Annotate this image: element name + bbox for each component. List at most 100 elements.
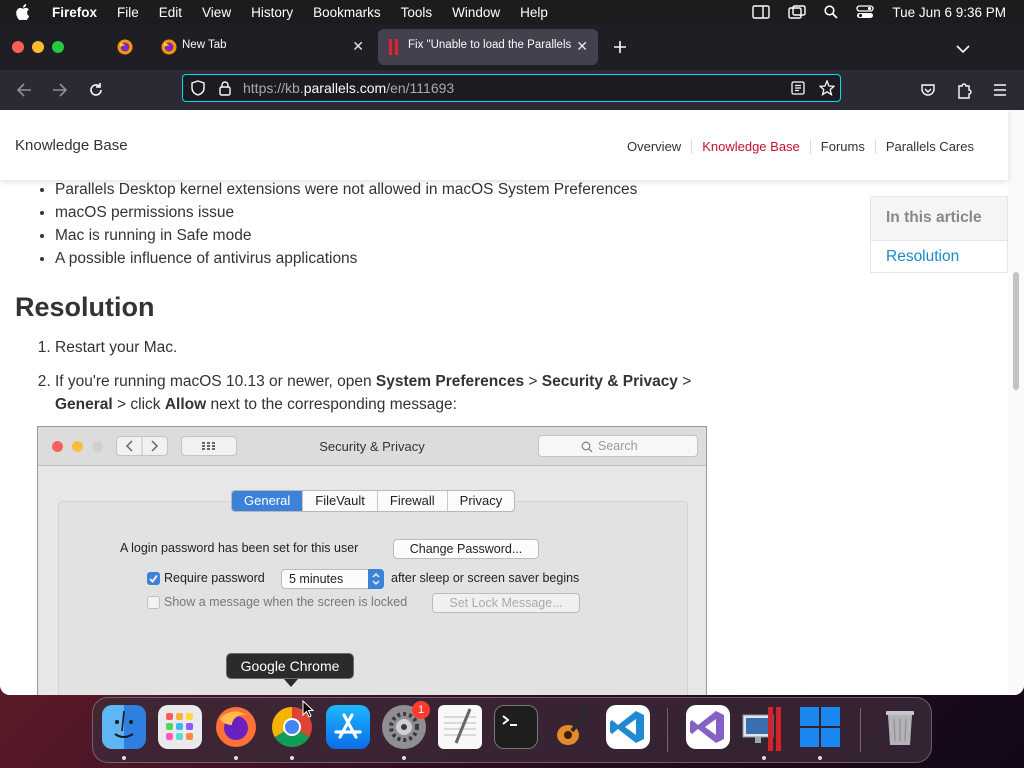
lock-icon[interactable]	[218, 80, 232, 101]
tab-pinned-firefox[interactable]	[104, 29, 148, 65]
security-privacy-screenshot: Security & Privacy Search General FileVa…	[37, 426, 707, 695]
apple-menu-icon[interactable]	[16, 4, 38, 20]
close-tab-icon[interactable]: ✕	[352, 38, 364, 55]
toc-link-resolution[interactable]: Resolution	[871, 241, 1007, 273]
bookmark-star-icon[interactable]	[818, 79, 836, 101]
tooltip-arrow	[284, 679, 298, 687]
browser-window: New Tab ✕ Fix "Unable to load the Parall…	[0, 24, 1024, 695]
web-page: Knowledge Base Overview Knowledge Base F…	[0, 110, 1024, 695]
reader-status-icon[interactable]	[752, 5, 771, 19]
nav-knowledge-base[interactable]: Knowledge Base	[691, 139, 810, 154]
menu-app-name[interactable]: Firefox	[52, 5, 97, 20]
vscode-icon[interactable]	[606, 705, 650, 749]
running-indicator	[762, 756, 766, 760]
show-message-checkbox	[147, 596, 160, 609]
menu-view[interactable]: View	[202, 5, 231, 20]
bold-security-privacy: Security & Privacy	[541, 373, 678, 390]
list-item: Mac is running in Safe mode	[55, 224, 637, 247]
dock-tooltip: Google Chrome	[226, 653, 354, 679]
trash-icon[interactable]	[878, 705, 922, 749]
step-text: >	[524, 373, 542, 390]
finder-icon[interactable]	[102, 705, 146, 749]
nav-parallels-cares[interactable]: Parallels Cares	[874, 139, 984, 154]
search-icon	[581, 440, 593, 458]
app-store-icon[interactable]	[326, 705, 370, 749]
menu-clock[interactable]: Tue Jun 6 9:36 PM	[892, 5, 1006, 20]
forward-arrow-icon[interactable]	[52, 83, 68, 102]
tab-label: Fix "Unable to load the Parallels	[408, 39, 572, 51]
zoom-window-button[interactable]	[52, 41, 64, 53]
url-prefix: https://kb.	[243, 80, 304, 96]
step-text: Restart your Mac.	[55, 339, 178, 356]
site-nav: Overview Knowledge Base Forums Parallels…	[617, 139, 984, 154]
close-window-button[interactable]	[12, 41, 24, 53]
select-chevron-icon	[368, 569, 384, 589]
nav-toolbar: https://kb.parallels.com/en/111693	[0, 70, 1024, 110]
new-tab-plus-icon[interactable]	[612, 39, 628, 60]
running-indicator	[402, 756, 406, 760]
tab-new-tab[interactable]: New Tab ✕	[152, 29, 374, 65]
textedit-icon[interactable]	[438, 705, 482, 749]
in-this-article-box: In this article Resolution	[870, 196, 1008, 273]
menu-help[interactable]: Help	[520, 5, 548, 20]
causes-list: Parallels Desktop kernel extensions were…	[15, 178, 637, 270]
windows-icon[interactable]	[798, 705, 842, 749]
garageband-icon[interactable]	[550, 705, 594, 749]
require-password-checkbox	[147, 572, 160, 585]
bold-allow: Allow	[164, 396, 207, 413]
prefs-tab-firewall: Firewall	[376, 491, 447, 511]
show-message-label: Show a message when the screen is locked	[164, 595, 408, 609]
launchpad-icon[interactable]	[158, 705, 202, 749]
menu-window[interactable]: Window	[452, 5, 500, 20]
change-password-button: Change Password...	[393, 539, 539, 559]
control-center-icon[interactable]	[856, 5, 875, 19]
hamburger-menu-icon[interactable]	[992, 83, 1008, 102]
password-delay-select: 5 minutes	[281, 569, 384, 589]
tracking-shield-icon[interactable]	[191, 80, 205, 101]
menu-file[interactable]: File	[117, 5, 139, 20]
extensions-puzzle-icon[interactable]	[956, 81, 972, 104]
menu-bar: Firefox File Edit View History Bookmarks…	[0, 0, 1024, 24]
pocket-icon[interactable]	[920, 82, 936, 103]
page-scrollbar[interactable]	[1008, 110, 1024, 695]
url-text[interactable]: https://kb.parallels.com/en/111693	[243, 80, 454, 96]
mouse-pointer-icon	[302, 699, 315, 723]
firefox-icon[interactable]	[214, 705, 258, 749]
step-text: > click	[112, 396, 165, 413]
visual-studio-icon[interactable]	[686, 705, 730, 749]
parallels-favicon	[388, 39, 400, 58]
list-item: A possible influence of antivirus applic…	[55, 247, 637, 270]
nav-overview[interactable]: Overview	[617, 139, 691, 154]
terminal-icon[interactable]	[494, 705, 538, 749]
list-item: macOS permissions issue	[55, 201, 637, 224]
resolution-steps: Restart your Mac. If you're running macO…	[15, 336, 725, 427]
after-sleep-label: after sleep or screen saver begins	[391, 571, 580, 585]
require-password-label: Require password	[164, 571, 265, 585]
tab-label: New Tab	[182, 39, 227, 51]
scrollbar-thumb[interactable]	[1013, 272, 1019, 390]
menu-tools[interactable]: Tools	[401, 5, 433, 20]
prefs-titlebar: Security & Privacy Search	[38, 427, 706, 466]
menu-history[interactable]: History	[251, 5, 293, 20]
close-tab-icon[interactable]: ✕	[576, 38, 588, 55]
login-password-label: A login password has been set for this u…	[120, 541, 359, 555]
minimize-window-button[interactable]	[32, 41, 44, 53]
url-bar[interactable]: https://kb.parallels.com/en/111693	[182, 74, 841, 102]
screen-mirroring-icon[interactable]	[788, 5, 807, 19]
list-all-tabs-icon[interactable]	[956, 41, 970, 59]
step-text: >	[677, 373, 692, 390]
url-path: /en/111693	[386, 80, 455, 96]
reader-view-icon[interactable]	[791, 81, 805, 100]
password-delay-value: 5 minutes	[289, 572, 344, 586]
spotlight-search-icon[interactable]	[824, 5, 839, 19]
menu-bookmarks[interactable]: Bookmarks	[313, 5, 381, 20]
menu-edit[interactable]: Edit	[159, 5, 182, 20]
reload-icon[interactable]	[88, 82, 104, 103]
running-indicator	[290, 756, 294, 760]
tab-parallels-kb[interactable]: Fix "Unable to load the Parallels ✕	[378, 29, 598, 65]
step-allow-extension: If you're running macOS 10.13 or newer, …	[55, 370, 725, 416]
site-title[interactable]: Knowledge Base	[15, 137, 128, 154]
nav-forums[interactable]: Forums	[809, 139, 875, 154]
parallels-desktop-icon[interactable]	[741, 705, 785, 751]
back-arrow-icon[interactable]	[16, 83, 32, 102]
